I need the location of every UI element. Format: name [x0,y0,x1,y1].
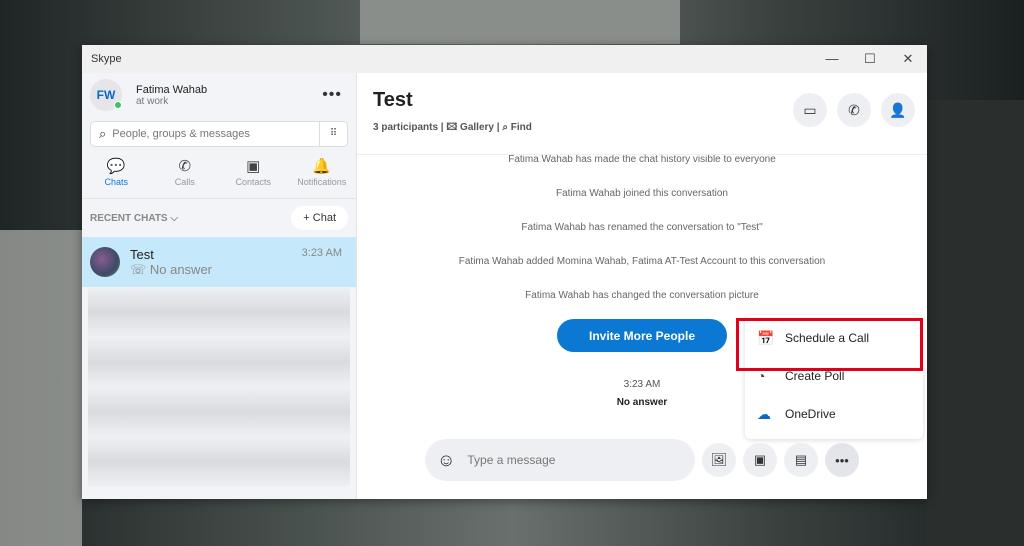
more-options-button[interactable]: ••• [322,86,342,104]
chat-preview: ☏ No answer [130,261,213,277]
bell-icon: 🔔 [312,158,332,175]
profile-status: at work [136,95,169,107]
sidebar: FW Fatima Wahab at work ••• ⌕ People, gro… [82,73,357,499]
audio-call-button[interactable]: ✆ [837,93,871,127]
desktop-background [927,100,1024,546]
blurred-chat-list [88,287,350,487]
tab-contacts[interactable]: ▣ Contacts [219,151,288,198]
gallery-link[interactable]: 🖾 Gallery | [446,122,499,133]
system-message: Fatima Wahab has changed the conversatio… [525,290,759,301]
desktop-background [360,0,680,44]
maximize-button[interactable]: ☐ [851,51,889,67]
chat-avatar [90,247,120,277]
system-message: Fatima Wahab added Momina Wahab, Fatima … [458,256,826,267]
avatar[interactable]: FW [90,79,122,111]
video-call-button[interactable]: ▭ [793,93,827,127]
call-status: No answer [616,397,668,408]
search-input[interactable]: ⌕ People, groups & messages ⠿ [90,121,348,147]
chat-name: Test [130,246,154,262]
dialpad-icon[interactable]: ⠿ [319,122,347,146]
conversation-pane: Test 3 participants | 🖾 Gallery | ⌕ Find… [357,73,927,499]
chat-list-item[interactable]: Test ☏ No answer 3:23 AM [82,237,356,287]
window-title: Skype [91,53,122,65]
call-time: 3:23 AM [623,379,661,390]
recent-chats-dropdown[interactable]: RECENT CHATS ⌵ [90,213,178,224]
search-placeholder: People, groups & messages [112,128,250,140]
search-icon: ⌕ [99,126,107,141]
more-options-button[interactable]: ••• [825,443,859,477]
message-input[interactable]: ☺ Type a message [425,439,695,481]
highlight-box [736,318,923,371]
profile[interactable]: FW Fatima Wahab at work ••• [82,73,356,117]
tab-notifications[interactable]: 🔔 Notifications [288,151,357,198]
recent-chats-header: RECENT CHATS ⌵ + Chat [82,199,356,237]
desktop-background [0,230,82,546]
new-chat-button[interactable]: + Chat [291,206,348,230]
emoji-icon[interactable]: ☺ [425,450,467,471]
video-message-button[interactable]: ▤ [784,443,818,477]
add-people-button[interactable]: 👤 [881,93,915,127]
chat-icon: 💬 [106,158,126,175]
tab-calls[interactable]: ✆ Calls [151,151,220,198]
menu-item-onedrive[interactable]: ☁ OneDrive [745,395,923,433]
close-button[interactable]: ✕ [889,51,927,67]
tab-chats[interactable]: 💬 Chats [82,151,151,198]
send-contact-button[interactable]: ▣ [743,443,777,477]
nav-tabs: 💬 Chats ✆ Calls ▣ Contacts 🔔 Notifications [82,151,356,199]
minimize-button[interactable]: — [813,51,851,67]
conversation-header: Test 3 participants | 🖾 Gallery | ⌕ Find… [357,73,927,155]
profile-name: Fatima Wahab [136,83,208,96]
chat-time: 3:23 AM [301,247,342,259]
find-link[interactable]: ⌕ Find [502,122,531,133]
title-bar: Skype — ☐ ✕ [82,45,927,73]
invite-more-people-button[interactable]: Invite More People [557,319,727,352]
system-message: Fatima Wahab has renamed the conversatio… [521,222,763,233]
media-gallery-button[interactable]: 🖼 [702,443,736,477]
skype-window: Skype — ☐ ✕ FW Fatima Wahab at work ••• ⌕… [82,45,927,499]
online-status-icon [114,101,122,109]
contacts-icon: ▣ [246,158,261,175]
participants-link[interactable]: 3 participants | [373,122,444,133]
onedrive-icon: ☁ [757,405,771,422]
system-message: Fatima Wahab joined this conversation [556,188,728,199]
message-placeholder: Type a message [467,453,556,467]
phone-icon: ✆ [178,158,192,175]
